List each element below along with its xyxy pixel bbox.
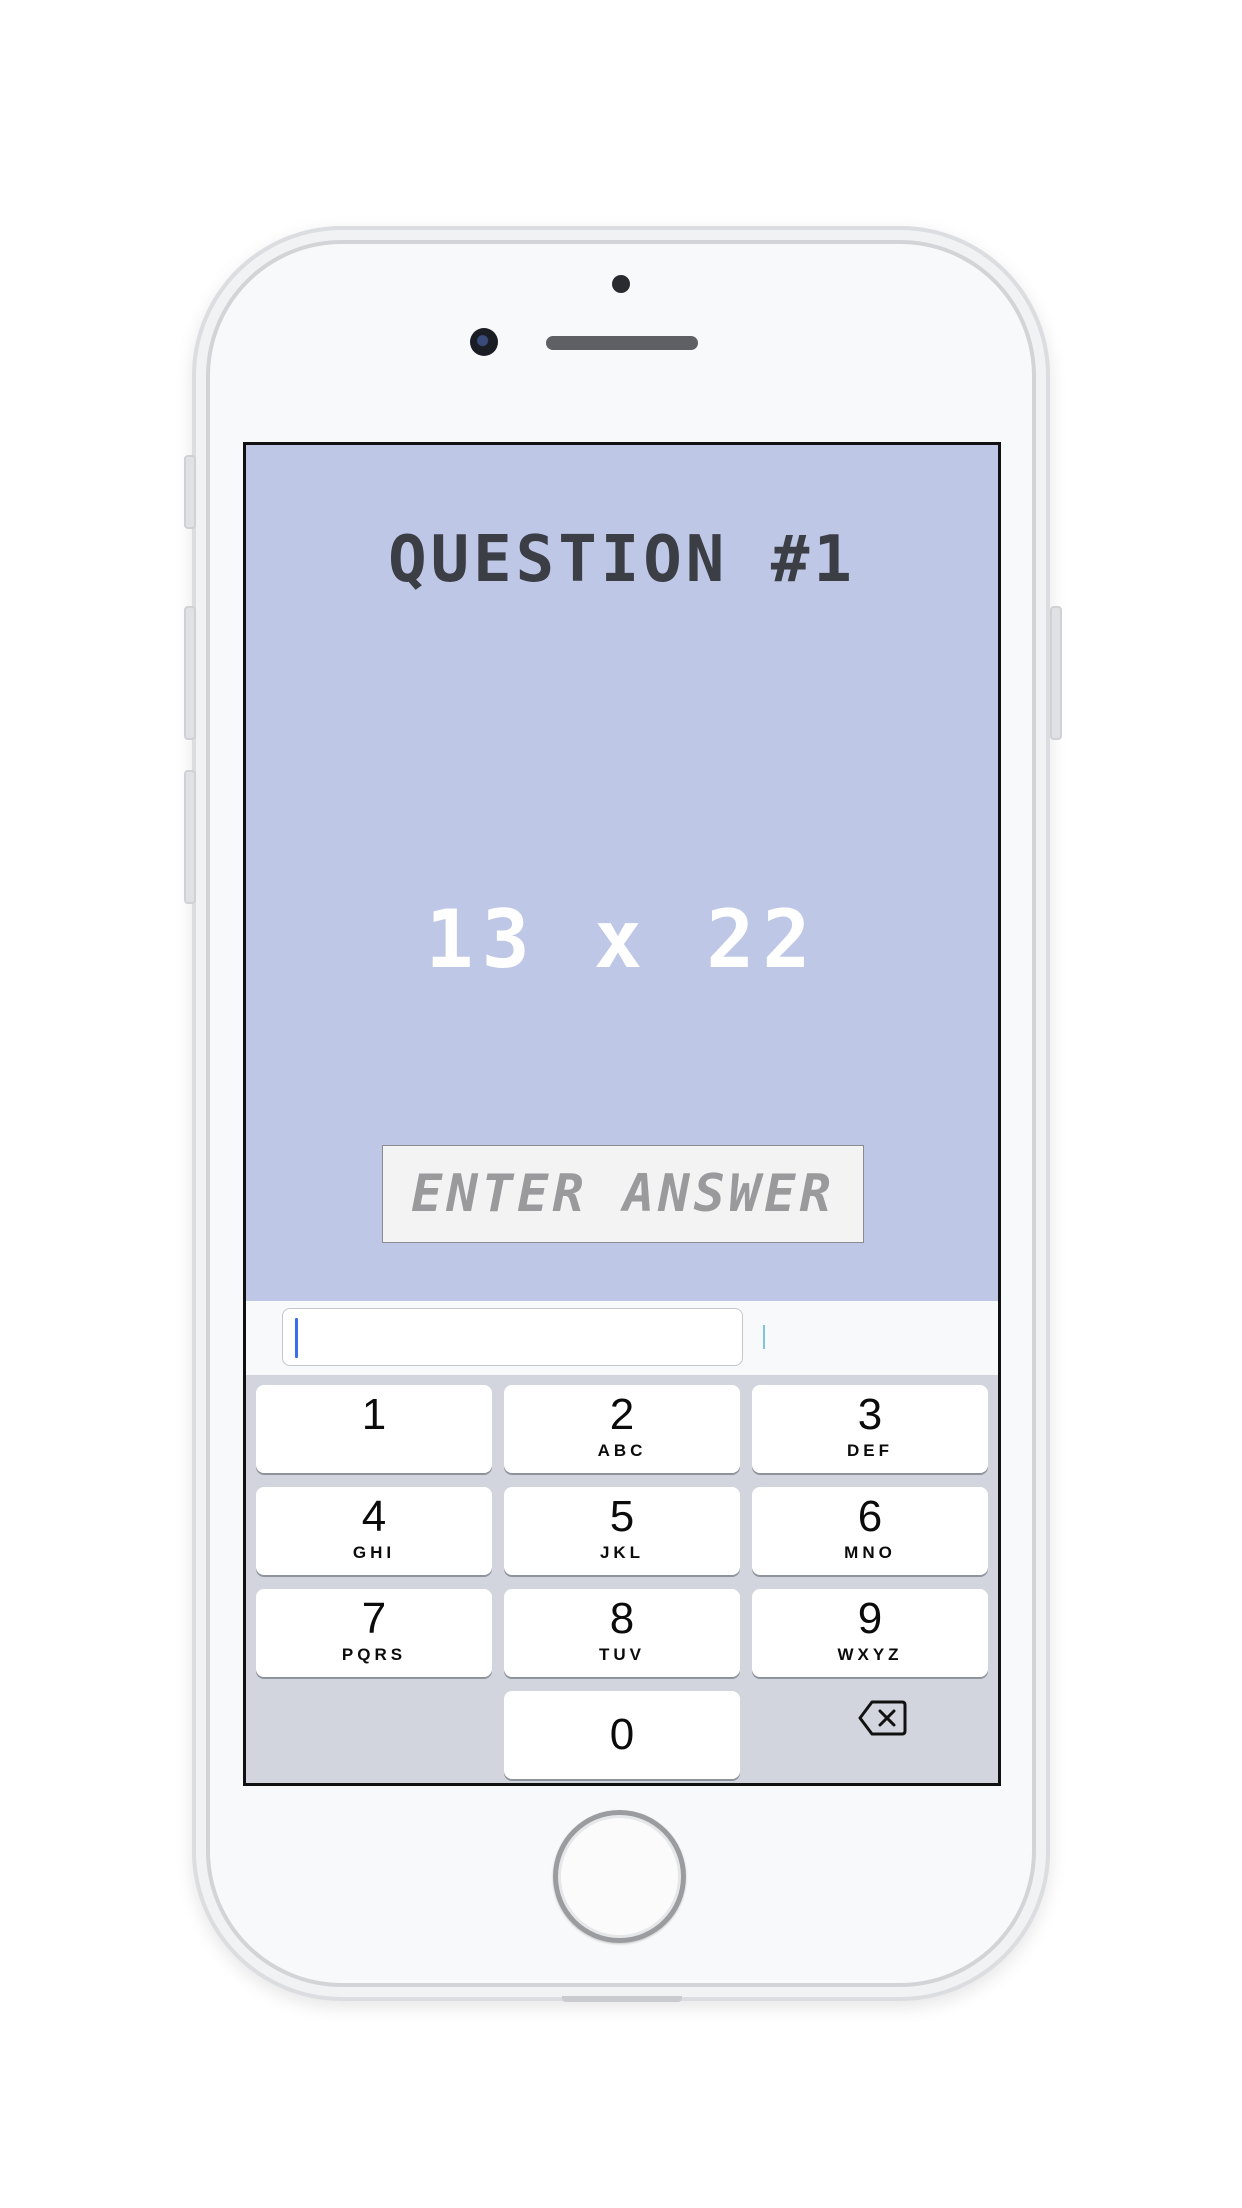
key-7[interactable]: 7 PQRS [256, 1589, 492, 1677]
key-number: 5 [609, 1492, 635, 1541]
key-4[interactable]: 4 GHI [256, 1487, 492, 1575]
key-number: 7 [361, 1594, 387, 1643]
key-2[interactable]: 2 ABC [504, 1385, 740, 1473]
key-6[interactable]: 6 MNO [752, 1487, 988, 1575]
key-letters: MNO [844, 1543, 896, 1562]
key-letters: TUV [599, 1645, 645, 1664]
key-letters: WXYZ [837, 1645, 903, 1664]
volume-up-button [184, 606, 196, 740]
number-keypad: 1 2 ABC 3 DEF 4 GHI 5 JKL 6 MNO 7 PQRS 8 [246, 1375, 998, 1783]
keyboard-text-field[interactable] [282, 1308, 743, 1366]
key-8[interactable]: 8 TUV [504, 1589, 740, 1677]
key-letters: GHI [352, 1543, 396, 1562]
key-number: 6 [857, 1492, 883, 1541]
power-button [1050, 606, 1062, 740]
mute-switch [184, 455, 196, 529]
key-9[interactable]: 9 WXYZ [752, 1589, 988, 1677]
front-camera-icon [470, 328, 498, 356]
input-accessory-bar [246, 1301, 998, 1375]
key-letters: ABC [597, 1441, 647, 1460]
answer-input[interactable]: ENTER ANSWER [382, 1145, 864, 1243]
volume-down-button [184, 770, 196, 904]
app-screen: QUESTION #1 13 x 22 ENTER ANSWER 1 2 ABC… [243, 442, 1001, 1786]
bottom-notch [562, 1996, 682, 2002]
key-number: 4 [361, 1492, 387, 1541]
key-letters: DEF [847, 1441, 893, 1460]
key-1[interactable]: 1 [256, 1385, 492, 1473]
proximity-sensor [612, 275, 630, 293]
key-number: 0 [609, 1710, 635, 1759]
text-caret [295, 1318, 298, 1358]
key-number: 3 [857, 1390, 883, 1439]
secondary-caret [763, 1325, 765, 1349]
key-number: 1 [361, 1390, 387, 1439]
key-number: 8 [609, 1594, 635, 1643]
answer-placeholder: ENTER ANSWER [411, 1164, 835, 1224]
key-number: 2 [609, 1390, 635, 1439]
question-title: QUESTION #1 [246, 523, 998, 597]
backspace-icon[interactable] [858, 1699, 908, 1737]
key-3[interactable]: 3 DEF [752, 1385, 988, 1473]
key-letters: JKL [599, 1543, 645, 1562]
key-letters: PQRS [341, 1645, 407, 1664]
key-number: 9 [857, 1594, 883, 1643]
key-5[interactable]: 5 JKL [504, 1487, 740, 1575]
key-0[interactable]: 0 [504, 1691, 740, 1779]
problem-text: 13 x 22 [425, 893, 819, 986]
home-button[interactable] [553, 1810, 686, 1943]
earpiece-speaker [546, 336, 698, 350]
